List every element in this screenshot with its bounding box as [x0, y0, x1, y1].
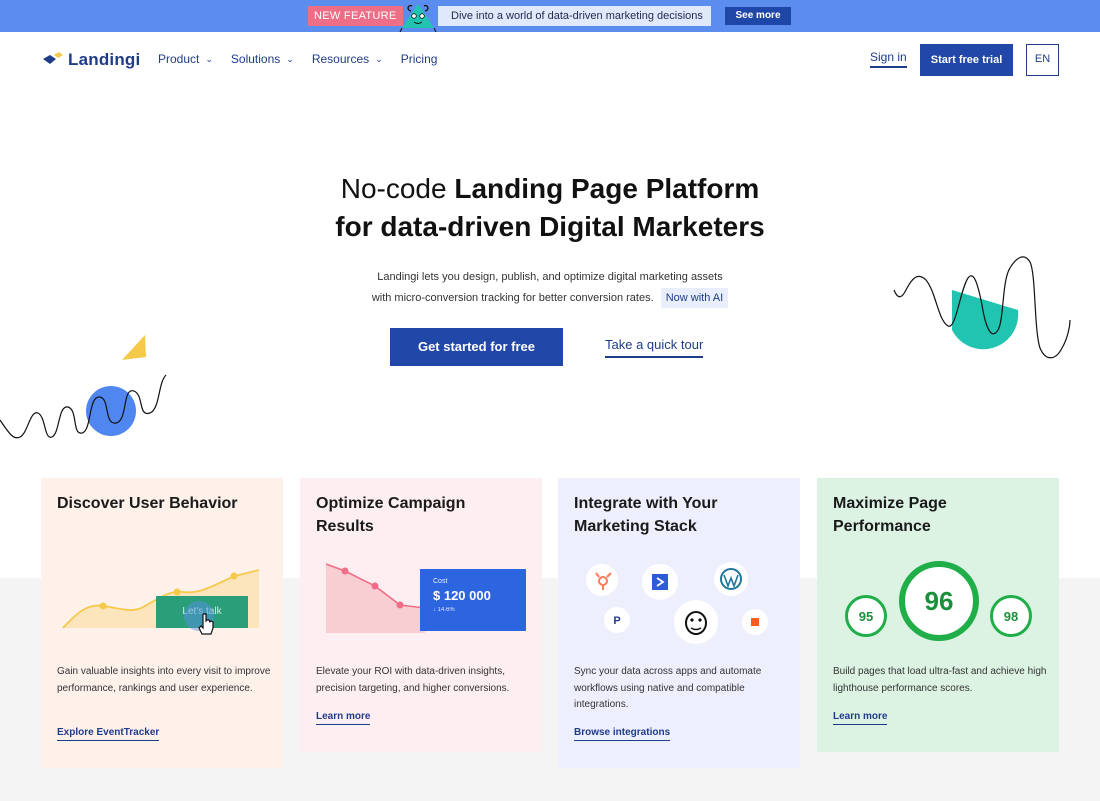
chevron-down-icon: ⌄ [375, 53, 383, 64]
cost-label: Cost [433, 578, 448, 585]
nav-resources-label: Resources [311, 52, 370, 66]
feature-card-optimize: Optimize Campaign Results Cost $ 120 000… [300, 478, 542, 752]
card-description: Sync your data across apps and automate … [574, 666, 762, 710]
start-free-trial-button[interactable]: Start free trial [920, 44, 1013, 76]
hero-title: No-code Landing Page Platform for data-d… [0, 170, 1100, 246]
feature-card-performance: Maximize Page Performance 95 96 98 Build… [817, 478, 1059, 752]
paypal-icon: P [604, 607, 630, 633]
performance-score-small-left: 95 [845, 595, 887, 637]
new-feature-badge: NEW FEATURE [308, 6, 403, 26]
wordpress-icon [714, 562, 748, 596]
hero-subtitle-line1: Landingi lets you design, publish, and o… [377, 271, 723, 283]
card-title: Maximize Page Performance [833, 495, 947, 535]
mascot-icon [399, 4, 437, 32]
browse-integrations-link[interactable]: Browse integrations [574, 727, 671, 741]
hubspot-icon [586, 564, 618, 596]
learn-more-link[interactable]: Learn more [833, 711, 888, 725]
nav-product[interactable]: Product ⌄ [158, 52, 213, 66]
quick-tour-link[interactable]: Take a quick tour [605, 337, 704, 358]
nav-solutions[interactable]: Solutions ⌄ [231, 52, 294, 66]
decorative-squiggle-right [893, 256, 1071, 359]
cost-card-illustration: Cost $ 120 000 ↓ 14.6% [420, 569, 526, 631]
yellow-triangle-shape [122, 335, 146, 360]
nav-product-label: Product [158, 52, 200, 66]
performance-score-main: 96 [899, 561, 979, 641]
hero-subtitle-line2: with micro-conversion tracking for bette… [371, 292, 654, 304]
activecampaign-icon [642, 564, 678, 600]
nav-resources[interactable]: Resources ⌄ [312, 52, 383, 66]
decorative-squiggle-left [0, 335, 167, 439]
explore-eventtracker-link[interactable]: Explore EventTracker [57, 727, 160, 741]
logo[interactable]: Landingi [42, 50, 140, 70]
nav-pricing[interactable]: Pricing [401, 52, 438, 66]
get-started-button[interactable]: Get started for free [390, 328, 563, 366]
now-with-ai-badge: Now with AI [660, 288, 729, 308]
feature-card-discover: Discover User Behavior Let's talk Gain v… [41, 478, 283, 768]
main-nav: Product ⌄ Solutions ⌄ Resources ⌄ Pricin… [158, 52, 455, 66]
sign-in-link[interactable]: Sign in [870, 50, 907, 68]
integrations-illustration: P [586, 562, 768, 644]
svg-text:P: P [613, 615, 620, 627]
see-more-button[interactable]: See more [725, 7, 791, 25]
feature-card-integrate: Integrate with Your Marketing Stack P Sy… [558, 478, 800, 768]
performance-score-small-right: 98 [990, 595, 1032, 637]
announcement-text: Dive into a world of data-driven marketi… [438, 6, 711, 26]
hero-title-bold-2: for data-driven Digital Marketers [335, 211, 765, 242]
card-description: Elevate your ROI with data-driven insigh… [316, 666, 510, 694]
nav-solutions-label: Solutions [230, 52, 281, 66]
hero-title-bold-1: Landing Page Platform [454, 173, 760, 204]
card-description: Gain valuable insights into every visit … [57, 666, 271, 694]
learn-more-link[interactable]: Learn more [316, 711, 371, 725]
cursor-hand-icon [184, 601, 214, 635]
chevron-down-icon: ⌄ [286, 53, 294, 64]
logo-text: Landingi [68, 50, 141, 69]
announcement-bar: NEW FEATURE Dive into a world of data-dr… [0, 0, 1100, 32]
cost-delta: ↓ 14.6% [433, 607, 455, 613]
chevron-down-icon: ⌄ [205, 53, 213, 64]
hero-title-light: No-code [340, 173, 455, 204]
small-app-icon [742, 609, 768, 635]
mailchimp-icon [674, 600, 718, 644]
landingi-logo-icon [43, 52, 63, 64]
nav-pricing-label: Pricing [400, 52, 438, 66]
language-selector[interactable]: EN [1026, 44, 1059, 76]
cost-value: $ 120 000 [433, 588, 491, 603]
card-description: Build pages that load ultra-fast and ach… [833, 666, 1047, 694]
